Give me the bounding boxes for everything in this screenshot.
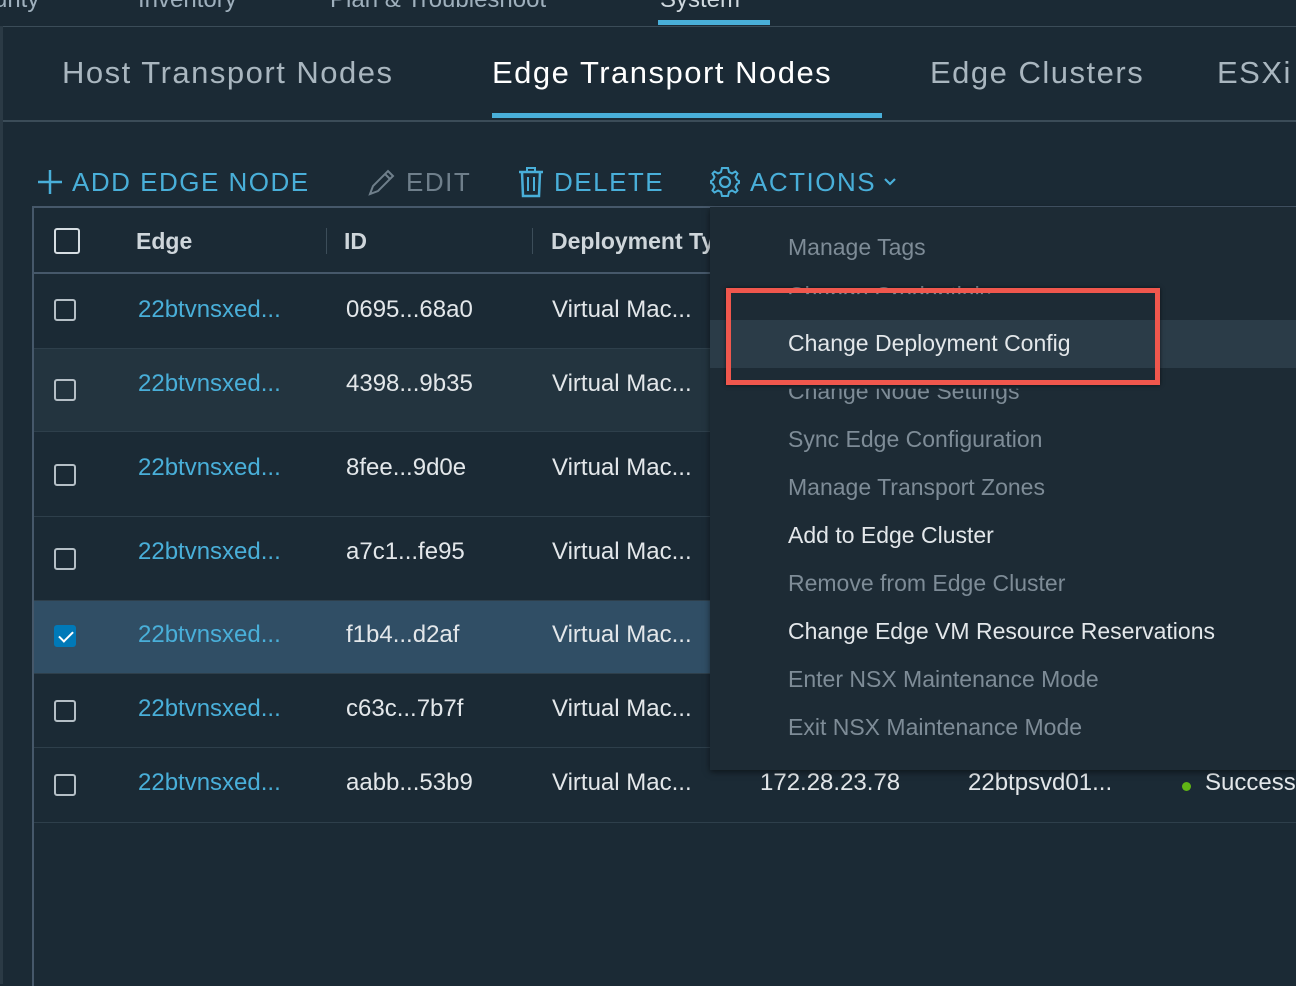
deployment-type: Virtual Mac...	[552, 296, 692, 323]
edge-name-link[interactable]: 22btvnsxed...	[138, 454, 281, 482]
menu-item-remove-from-edge-cluster[interactable]: Remove from Edge Cluster	[788, 570, 1065, 597]
row-checkbox[interactable]	[54, 464, 76, 486]
column-header-id[interactable]: ID	[344, 228, 367, 255]
edge-id: f1b4...d2af	[346, 621, 460, 648]
subtab-bar: Host Transport Nodes Edge Transport Node…	[3, 27, 1296, 122]
row-checkbox[interactable]	[54, 774, 76, 796]
nav-item-inventory[interactable]: Inventory	[138, 0, 237, 14]
deployment-type: Virtual Mac...	[552, 769, 692, 796]
status-success-dot	[1182, 782, 1191, 791]
menu-item-add-to-edge-cluster[interactable]: Add to Edge Cluster	[788, 522, 994, 549]
edge-id: a7c1...fe95	[346, 538, 465, 565]
edge-name-link[interactable]: 22btvnsxed...	[138, 769, 281, 797]
row-checkbox[interactable]	[54, 379, 76, 401]
deployment-type: Virtual Mac...	[552, 695, 692, 722]
menu-item-change-edge-vm-resource-reservations[interactable]: Change Edge VM Resource Reservations	[788, 618, 1215, 645]
edge-name-link[interactable]: 22btvnsxed...	[138, 296, 281, 324]
pencil-icon	[368, 169, 395, 196]
nav-active-indicator	[658, 20, 770, 25]
select-all-checkbox[interactable]	[54, 228, 80, 254]
edge-id: 8fee...9d0e	[346, 454, 467, 481]
actions-button[interactable]: ACTIONS	[708, 165, 906, 199]
nav-item-system[interactable]: System	[660, 0, 740, 14]
edge-id: 0695...68a0	[346, 296, 473, 323]
column-header-edge[interactable]: Edge	[136, 228, 192, 255]
host-name: 22btpsvd01...	[968, 769, 1113, 796]
edge-name-link[interactable]: 22btvnsxed...	[138, 621, 281, 649]
menu-item-manage-transport-zones[interactable]: Manage Transport Zones	[788, 474, 1045, 501]
menu-item-exit-nsx-maintenance-mode[interactable]: Exit NSX Maintenance Mode	[788, 714, 1082, 741]
row-checkbox[interactable]	[54, 299, 76, 321]
add-edge-node-label: ADD EDGE NODE	[72, 166, 310, 197]
deployment-type: Virtual Mac...	[552, 538, 692, 565]
tab-edge-clusters[interactable]: Edge Clusters	[930, 55, 1144, 91]
add-edge-node-button[interactable]: ADD EDGE NODE	[36, 165, 310, 199]
edge-name-link[interactable]: 22btvnsxed...	[138, 370, 281, 398]
actions-label: ACTIONS	[750, 166, 877, 197]
delete-label: DELETE	[554, 166, 665, 197]
delete-button[interactable]: DELETE	[516, 165, 664, 199]
tab-edge-transport-nodes[interactable]: Edge Transport Nodes	[492, 55, 832, 91]
tab-active-indicator	[492, 113, 882, 118]
nav-item-plan-troubleshoot[interactable]: Plan & Troubleshoot	[330, 0, 546, 14]
column-separator	[326, 228, 327, 254]
annotation-highlight-box	[726, 288, 1160, 385]
edit-label: EDIT	[406, 166, 472, 197]
edge-id: aabb...53b9	[346, 769, 473, 796]
row-checkbox-checked[interactable]	[54, 625, 76, 647]
plus-icon	[38, 170, 62, 194]
gear-icon	[710, 167, 740, 197]
management-ip: 172.28.23.78	[760, 769, 901, 796]
tab-host-transport-nodes[interactable]: Host Transport Nodes	[62, 55, 394, 91]
deployment-type: Virtual Mac...	[552, 621, 692, 648]
deployment-type: Virtual Mac...	[552, 370, 692, 397]
tab-esxi[interactable]: ESXi	[1217, 55, 1292, 91]
trash-icon	[519, 167, 543, 198]
nav-item-security[interactable]: urity	[0, 0, 39, 14]
chevron-down-icon	[884, 178, 896, 186]
edge-name-link[interactable]: 22btvnsxed...	[138, 695, 281, 723]
menu-item-manage-tags[interactable]: Manage Tags	[788, 234, 926, 261]
menu-item-enter-nsx-maintenance-mode[interactable]: Enter NSX Maintenance Mode	[788, 666, 1099, 693]
top-navigation: urity Inventory Plan & Troubleshoot Syst…	[0, 0, 1296, 27]
row-checkbox[interactable]	[54, 700, 76, 722]
edge-id: 4398...9b35	[346, 370, 473, 397]
edit-button[interactable]: EDIT	[366, 165, 471, 199]
left-divider	[0, 26, 3, 984]
row-checkbox[interactable]	[54, 548, 76, 570]
edge-name-link[interactable]: 22btvnsxed...	[138, 538, 281, 566]
menu-item-sync-edge-configuration[interactable]: Sync Edge Configuration	[788, 426, 1042, 453]
edge-id: c63c...7b7f	[346, 695, 464, 722]
status-text: Success	[1205, 769, 1296, 796]
column-separator	[532, 228, 533, 254]
deployment-type: Virtual Mac...	[552, 454, 692, 481]
